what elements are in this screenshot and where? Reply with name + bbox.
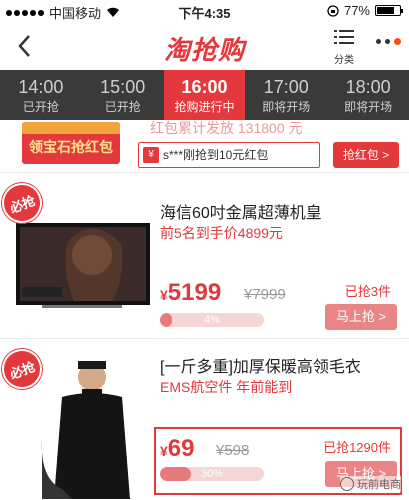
rotation-lock-icon (327, 4, 339, 17)
grab-envelope-button[interactable]: 抢红包 > (333, 142, 399, 168)
original-price: ¥598 (216, 442, 250, 459)
status-bar: 中国移动 下午4:35 77% (0, 0, 409, 22)
nav-header: 淘抢购 分类 (0, 22, 409, 70)
tab-time: 16:00 (181, 77, 228, 97)
watermark-icon (340, 477, 354, 491)
original-price: ¥7999 (244, 286, 286, 303)
tab-status: 即将开场 (344, 100, 393, 114)
watermark: 玩前电商 (340, 476, 401, 492)
tab-1500[interactable]: 15:00 已开抢 (82, 70, 164, 120)
tab-time: 14:00 (18, 77, 64, 97)
product-subtitle: EMS航空件 年前能到 (160, 379, 293, 395)
envelope-notice-text: s***刚抢到10元红包 (163, 148, 269, 162)
red-envelope-banner: 红包累计发放 131800 元 领宝石抢红包 ¥ s***刚抢到10元红包 抢红… (0, 120, 409, 172)
battery-percent: 77% (343, 3, 370, 18)
progress-bar: 4% (160, 313, 264, 327)
time-tabs: 14:00 已开抢 15:00 已开抢 16:00 抢购进行中 17:00 即将开场 1… (0, 70, 409, 128)
sold-count: 已抢1290件 (323, 440, 391, 455)
envelope-total-text: 红包累计发放 131800 元 (150, 120, 303, 136)
sale-price: ¥69 (160, 435, 195, 462)
tab-1400[interactable]: 14:00 已开抢 (0, 70, 82, 120)
tab-time: 18:00 (345, 77, 391, 97)
product-subtitle: 前5名到手价4899元 (160, 225, 283, 241)
more-menu-icon[interactable] (376, 38, 401, 45)
tab-time: 15:00 (100, 77, 146, 97)
tab-status: 抢购进行中 (174, 100, 235, 114)
tab-1600[interactable]: 16:00 抢购进行中 (163, 70, 246, 128)
progress-bar: 30% (160, 467, 264, 481)
sold-count: 已抢3件 (344, 284, 391, 299)
product-title: [一斤多重]加厚保暖高领毛衣 (160, 359, 361, 376)
tab-status: 已开抢 (104, 100, 141, 114)
list-icon (334, 30, 354, 44)
buy-now-button[interactable]: 马上抢 > (325, 304, 397, 330)
sale-price: ¥5199 (160, 279, 222, 306)
tab-status: 即将开场 (262, 100, 311, 114)
envelope-notice: ¥ s***刚抢到10元红包 (138, 142, 320, 168)
category-label: 分类 (334, 55, 354, 66)
tab-time: 17:00 (263, 77, 309, 97)
envelope-icon: ¥ (143, 147, 159, 163)
product-card[interactable]: 必抢 [一斤多重]加厚保暖高领毛衣 EMS航空件 年前能到 ¥69 ¥598 已… (0, 338, 409, 500)
tab-1700[interactable]: 17:00 即将开场 (245, 70, 327, 120)
gem-envelope-button[interactable]: 领宝石抢红包 (22, 122, 120, 164)
tab-status: 已开抢 (22, 100, 59, 114)
product-title: 海信60吋金属超薄机皇 (160, 205, 322, 222)
product-card[interactable]: 必抢 海信60吋金属超薄机皇 前5名到手价4899元 ¥5199 ¥7999 已… (0, 172, 409, 338)
tab-1800[interactable]: 18:00 即将开场 (327, 70, 409, 120)
category-button[interactable]: 分类 (329, 29, 359, 66)
battery-icon (375, 5, 403, 16)
